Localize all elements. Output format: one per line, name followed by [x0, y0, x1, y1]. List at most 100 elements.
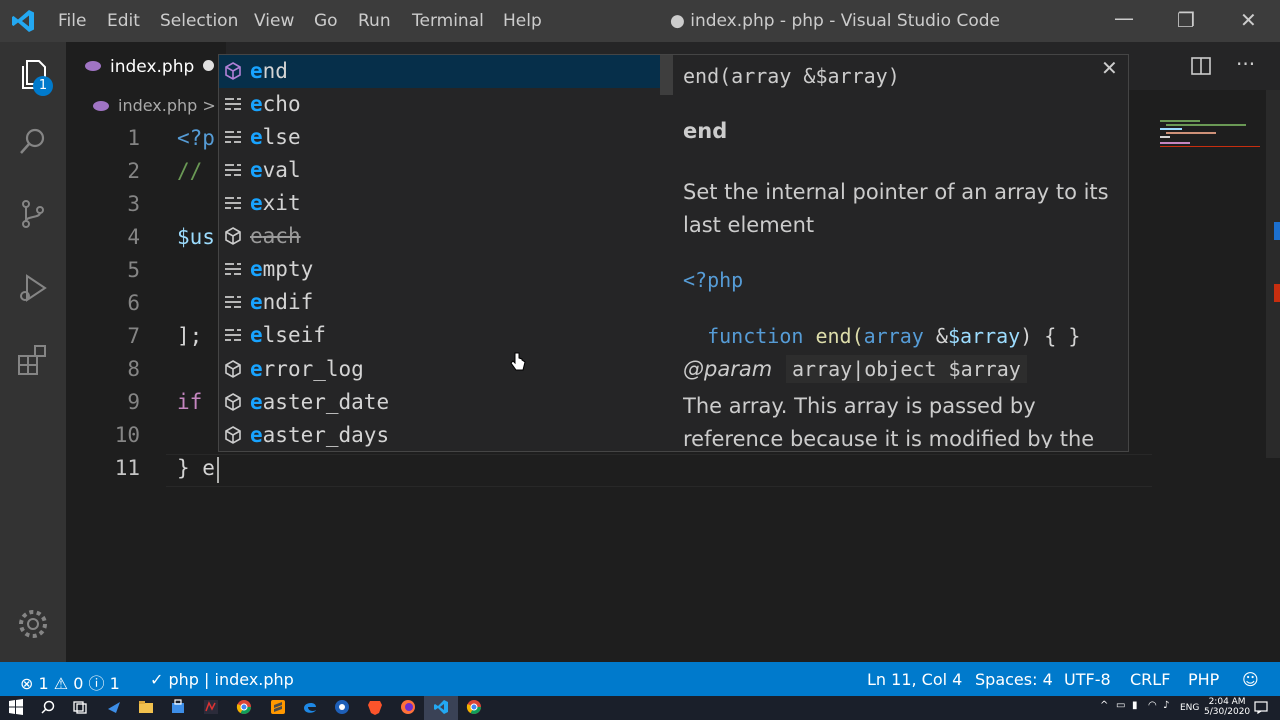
- details-signature: end(array &$array): [683, 64, 900, 88]
- tray-chevron-icon[interactable]: ^: [1100, 700, 1108, 711]
- end-of-line[interactable]: CRLF: [1130, 670, 1170, 689]
- app-icon-1[interactable]: [106, 699, 122, 715]
- details-name: end: [683, 119, 728, 143]
- keyword-icon: [225, 296, 241, 308]
- line-number: 5: [127, 258, 140, 282]
- suggest-item[interactable]: echo: [219, 88, 659, 121]
- code-line[interactable]: if: [177, 390, 202, 414]
- tray-clock[interactable]: 2:04 AM 5/30/2020: [1204, 697, 1250, 717]
- code-line[interactable]: <?p: [177, 126, 215, 150]
- notification-icon[interactable]: [1254, 700, 1268, 714]
- edge-icon[interactable]: [302, 699, 318, 715]
- line-number: 6: [127, 291, 140, 315]
- method-icon: [225, 227, 241, 245]
- extensions-icon[interactable]: [15, 342, 51, 378]
- manage-gear-icon[interactable]: [15, 606, 51, 642]
- suggest-item[interactable]: easter_days: [219, 419, 659, 452]
- app-icon-3[interactable]: [334, 699, 350, 715]
- app-icon-2[interactable]: [203, 699, 219, 715]
- windows-start-icon[interactable]: [8, 699, 24, 715]
- suggest-scrollbar[interactable]: [660, 55, 673, 95]
- details-param-type: array|object $array: [786, 355, 1027, 383]
- method-icon: [225, 62, 241, 80]
- code-line[interactable]: //: [177, 159, 202, 183]
- tray-battery-icon[interactable]: ▮: [1132, 700, 1138, 711]
- split-editor-icon[interactable]: [1190, 56, 1212, 76]
- keyword-icon: [225, 263, 241, 275]
- tray-time: 2:04 AM: [1208, 697, 1246, 707]
- code-line[interactable]: ];: [177, 324, 202, 348]
- tray-wifi-icon[interactable]: ◠: [1148, 700, 1157, 711]
- error-icon: ⊗: [20, 674, 34, 693]
- tray-volume-icon[interactable]: ♪: [1163, 700, 1169, 711]
- source-control-icon[interactable]: [15, 196, 51, 232]
- brave-icon[interactable]: [367, 699, 383, 715]
- line-number: 2: [127, 159, 140, 183]
- suggest-item-deprecated[interactable]: each: [219, 220, 659, 253]
- indentation[interactable]: Spaces: 4: [975, 670, 1053, 689]
- suggest-item[interactable]: end: [219, 55, 659, 88]
- suggest-item[interactable]: error_log: [219, 353, 659, 386]
- window-title: ● index.php - php - Visual Studio Code: [670, 11, 1000, 31]
- method-icon: [225, 393, 241, 411]
- file-explorer-icon[interactable]: [138, 699, 154, 715]
- breadcrumb[interactable]: index.php >: [118, 96, 216, 115]
- vertical-scrollbar[interactable]: [1266, 90, 1280, 458]
- suggest-item[interactable]: else: [219, 121, 659, 154]
- php-validation-status[interactable]: ✓ php | index.php: [150, 670, 294, 689]
- details-close-icon[interactable]: ✕: [1101, 56, 1118, 80]
- details-param-desc: The array. This array is passed by refer…: [683, 394, 1095, 448]
- menu-terminal[interactable]: Terminal: [412, 11, 484, 31]
- line-number: 4: [127, 225, 140, 249]
- firefox-icon[interactable]: [400, 699, 416, 715]
- suggest-item[interactable]: empty: [219, 253, 659, 286]
- menu-help[interactable]: Help: [503, 11, 542, 31]
- minimap[interactable]: [1152, 90, 1280, 650]
- feedback-icon[interactable]: ☺: [1242, 670, 1259, 689]
- suggest-item[interactable]: eval: [219, 154, 659, 187]
- line-number: 1: [127, 126, 140, 150]
- code-line[interactable]: $us: [177, 225, 215, 249]
- chrome-icon-2[interactable]: [466, 699, 482, 715]
- php-file-icon: [85, 61, 101, 71]
- windows-taskbar: [0, 696, 1280, 720]
- menu-selection[interactable]: Selection: [160, 11, 238, 31]
- store-icon[interactable]: [170, 699, 186, 715]
- unsaved-dot-icon[interactable]: [203, 60, 214, 71]
- encoding[interactable]: UTF-8: [1064, 670, 1111, 689]
- run-debug-icon[interactable]: [15, 270, 51, 306]
- task-view-icon[interactable]: [72, 699, 88, 715]
- suggest-item[interactable]: easter_date: [219, 386, 659, 419]
- restore-icon[interactable]: ❐: [1177, 8, 1195, 32]
- current-line-highlight: [166, 454, 1152, 487]
- method-icon: [225, 360, 241, 378]
- details-param-tag: @param: [683, 357, 773, 381]
- cursor-position[interactable]: Ln 11, Col 4: [867, 670, 962, 689]
- menu-file[interactable]: File: [58, 11, 86, 31]
- tray-language[interactable]: ENG: [1180, 703, 1199, 713]
- minimize-icon[interactable]: —: [1114, 6, 1134, 30]
- tray-network-icon[interactable]: ▭: [1116, 700, 1125, 711]
- close-window-icon[interactable]: ✕: [1240, 8, 1257, 32]
- tab-label: index.php: [110, 57, 195, 77]
- search-icon[interactable]: [15, 124, 51, 160]
- suggest-item[interactable]: elseif: [219, 319, 659, 352]
- suggest-item[interactable]: endif: [219, 286, 659, 319]
- more-actions-icon[interactable]: ···: [1236, 52, 1255, 76]
- code-line-current[interactable]: } e: [177, 456, 215, 480]
- sublime-icon[interactable]: [270, 699, 286, 715]
- suggest-item[interactable]: exit: [219, 187, 659, 220]
- taskbar-search-icon[interactable]: [40, 699, 56, 715]
- scroll-marker: [1274, 222, 1280, 240]
- menu-edit[interactable]: Edit: [107, 11, 140, 31]
- menu-view[interactable]: View: [254, 11, 294, 31]
- problems-indicator[interactable]: ⊗ 1 ⚠ 0 ⓘ 1: [20, 670, 120, 694]
- breadcrumb-file[interactable]: index.php: [118, 96, 197, 115]
- warning-count: 0: [73, 674, 84, 693]
- menu-go[interactable]: Go: [314, 11, 338, 31]
- menu-run[interactable]: Run: [358, 11, 391, 31]
- language-mode[interactable]: PHP: [1188, 670, 1219, 689]
- breadcrumb-php-icon: [93, 101, 109, 111]
- chrome-icon[interactable]: [236, 699, 252, 715]
- vscode-logo-icon[interactable]: [10, 8, 36, 34]
